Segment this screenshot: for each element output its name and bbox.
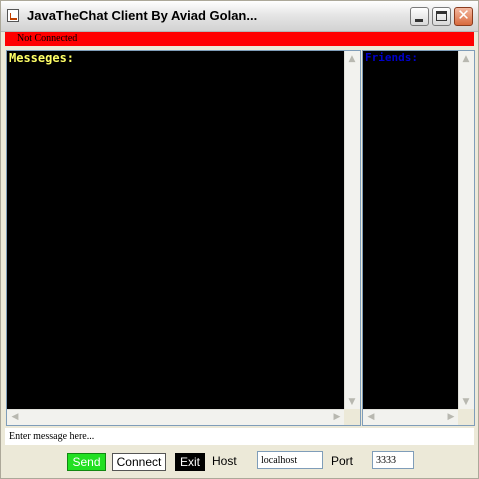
- messages-vertical-scrollbar[interactable]: ▲ ▼: [344, 51, 360, 410]
- close-button[interactable]: ✕: [454, 6, 473, 26]
- connection-status-text: Not Connected: [17, 33, 78, 44]
- java-app-icon: [7, 9, 19, 22]
- maximize-button[interactable]: [432, 7, 451, 26]
- close-icon: ✕: [457, 6, 470, 24]
- scroll-right-arrow-icon[interactable]: ▶: [330, 410, 344, 424]
- connect-button[interactable]: Connect: [112, 453, 166, 471]
- messages-horizontal-scrollbar[interactable]: ◀ ▶: [7, 409, 345, 425]
- message-input[interactable]: [5, 428, 474, 445]
- scroll-corner: [458, 409, 474, 425]
- send-button[interactable]: Send: [67, 453, 106, 471]
- users-label: Friends:: [365, 51, 418, 64]
- window-title: JavaTheChat Client By Aviad Golan...: [27, 8, 258, 23]
- messages-area[interactable]: Messeges:: [7, 51, 345, 410]
- controls-row: Send Connect Exit Host Port: [1, 450, 479, 476]
- scroll-left-arrow-icon[interactable]: ◀: [8, 410, 22, 424]
- users-list[interactable]: Friends:: [363, 51, 459, 410]
- scroll-down-arrow-icon[interactable]: ▼: [459, 395, 473, 409]
- port-input[interactable]: [372, 451, 414, 469]
- minimize-button[interactable]: [410, 7, 429, 26]
- connection-status-bar: Not Connected: [5, 32, 474, 46]
- exit-button[interactable]: Exit: [175, 453, 205, 471]
- scroll-up-arrow-icon[interactable]: ▲: [345, 52, 359, 66]
- messages-label: Messeges:: [9, 51, 75, 65]
- port-label: Port: [331, 454, 354, 468]
- users-horizontal-scrollbar[interactable]: ◀ ▶: [363, 409, 459, 425]
- users-vertical-scrollbar[interactable]: ▲ ▼: [458, 51, 474, 410]
- host-input[interactable]: [257, 451, 323, 469]
- scroll-left-arrow-icon[interactable]: ◀: [364, 410, 378, 424]
- users-panel: Friends: ▲ ▼ ◀ ▶: [362, 50, 475, 426]
- scroll-up-arrow-icon[interactable]: ▲: [459, 52, 473, 66]
- minimize-icon: [415, 19, 423, 22]
- scroll-corner: [344, 409, 360, 425]
- host-label: Host: [212, 454, 237, 468]
- chat-client-window: JavaTheChat Client By Aviad Golan... ✕ N…: [0, 0, 479, 479]
- maximize-icon: [436, 11, 447, 21]
- scroll-down-arrow-icon[interactable]: ▼: [345, 395, 359, 409]
- title-bar[interactable]: JavaTheChat Client By Aviad Golan... ✕: [1, 1, 478, 32]
- messages-panel: Messeges: ▲ ▼ ◀ ▶: [6, 50, 361, 426]
- scroll-right-arrow-icon[interactable]: ▶: [444, 410, 458, 424]
